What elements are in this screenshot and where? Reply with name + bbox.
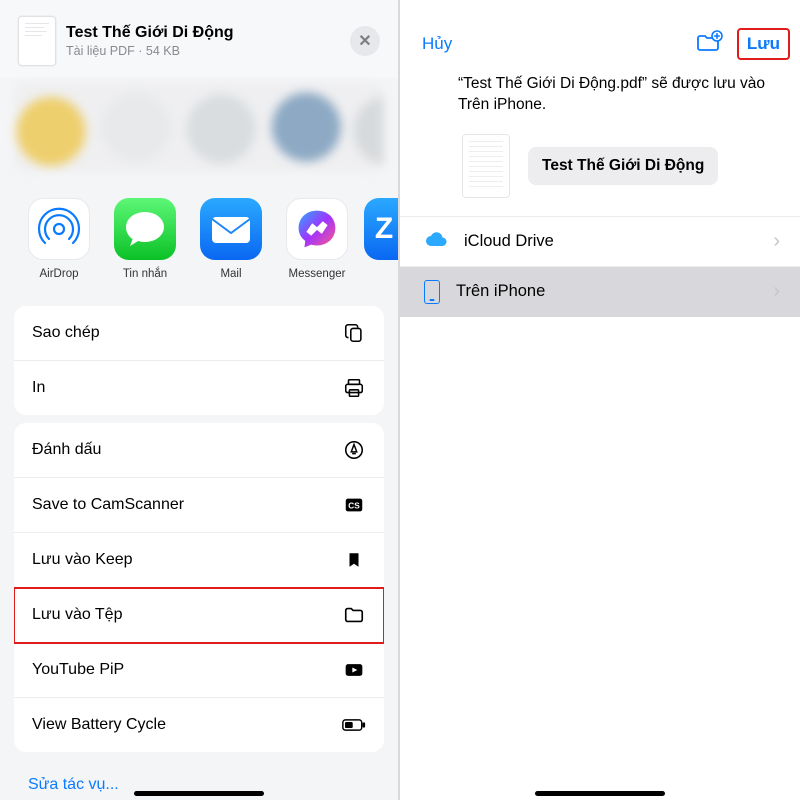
app-label: Mail — [220, 268, 241, 280]
battery-icon — [342, 713, 366, 737]
messages-icon — [114, 198, 176, 260]
location-on-iphone[interactable]: Trên iPhone › — [400, 266, 800, 317]
files-header-right: Lưu — [695, 28, 790, 60]
app-label: Tin nhắn — [123, 268, 167, 280]
app-airdrop[interactable]: AirDrop — [20, 198, 98, 280]
action-label: Lưu vào Keep — [32, 551, 133, 569]
action-copy[interactable]: Sao chép — [14, 306, 384, 361]
document-thumbnail — [18, 16, 56, 66]
app-messenger[interactable]: Messenger — [278, 198, 356, 280]
action-print[interactable]: In — [14, 361, 384, 415]
youtube-icon — [342, 658, 366, 682]
location-label: iCloud Drive — [464, 232, 554, 251]
action-label: In — [32, 379, 45, 397]
location-icloud-drive[interactable]: iCloud Drive › — [400, 216, 800, 266]
action-label: Đánh dấu — [32, 441, 101, 459]
share-apps-row: AirDrop Tin nhắn Mail Messenger Z — [0, 172, 398, 298]
chevron-right-icon: › — [773, 230, 780, 253]
files-save-panel: Hủy Lưu “Test Thế Giới Di Động.pdf” sẽ đ… — [400, 0, 800, 800]
home-indicator[interactable] — [134, 791, 264, 796]
markup-icon — [342, 438, 366, 462]
save-destination-info: “Test Thế Giới Di Động.pdf” sẽ được lưu … — [400, 68, 800, 122]
save-button[interactable]: Lưu — [737, 28, 790, 60]
files-header: Hủy Lưu — [400, 0, 800, 68]
share-header: Test Thế Giới Di Động Tài liệu PDF · 54 … — [0, 0, 398, 78]
iphone-icon — [424, 280, 440, 304]
document-title: Test Thế Giới Di Động — [66, 24, 340, 42]
file-name-field[interactable]: Test Thế Giới Di Động — [528, 147, 718, 185]
folder-icon — [342, 603, 366, 627]
action-youtube-pip[interactable]: YouTube PiP — [14, 643, 384, 698]
print-icon — [342, 376, 366, 400]
action-label: View Battery Cycle — [32, 716, 166, 734]
bookmark-icon — [342, 548, 366, 572]
document-subtitle: Tài liệu PDF · 54 KB — [66, 44, 340, 58]
app-label: AirDrop — [40, 268, 79, 280]
action-label: YouTube PiP — [32, 661, 124, 679]
action-camscanner[interactable]: Save to CamScanner CS — [14, 478, 384, 533]
share-sheet: Test Thế Giới Di Động Tài liệu PDF · 54 … — [0, 0, 400, 800]
file-thumbnail — [462, 134, 510, 198]
close-button[interactable]: ✕ — [350, 26, 380, 56]
home-indicator[interactable] — [535, 791, 665, 796]
app-messages[interactable]: Tin nhắn — [106, 198, 184, 280]
messenger-icon — [286, 198, 348, 260]
action-markup[interactable]: Đánh dấu — [14, 423, 384, 478]
app-partial-icon: Z — [364, 198, 398, 260]
app-partial[interactable]: Z — [364, 198, 398, 268]
action-label: Lưu vào Tệp — [32, 606, 122, 624]
location-label: Trên iPhone — [456, 282, 545, 301]
cancel-button[interactable]: Hủy — [422, 34, 452, 54]
close-icon: ✕ — [358, 31, 371, 51]
action-group-2: Đánh dấu Save to CamScanner CS Lưu vào K… — [14, 423, 384, 752]
mail-icon — [200, 198, 262, 260]
action-label: Sao chép — [32, 324, 100, 342]
new-folder-icon — [695, 30, 723, 54]
chevron-right-icon: › — [773, 280, 780, 303]
document-meta: Test Thế Giới Di Động Tài liệu PDF · 54 … — [66, 24, 340, 58]
action-keep[interactable]: Lưu vào Keep — [14, 533, 384, 588]
action-label: Save to CamScanner — [32, 496, 184, 514]
action-save-to-files[interactable]: Lưu vào Tệp — [14, 588, 384, 643]
cloud-icon — [424, 230, 448, 253]
action-group-1: Sao chép In — [14, 306, 384, 415]
svg-text:CS: CS — [348, 502, 360, 511]
camscanner-icon: CS — [342, 493, 366, 517]
file-card: Test Thế Giới Di Động — [400, 122, 800, 216]
app-label: Messenger — [289, 268, 346, 280]
preview-thumbnails[interactable] — [14, 82, 384, 172]
new-folder-button[interactable] — [695, 30, 723, 59]
airdrop-icon — [28, 198, 90, 260]
action-battery-cycle[interactable]: View Battery Cycle — [14, 698, 384, 752]
copy-icon — [342, 321, 366, 345]
app-mail[interactable]: Mail — [192, 198, 270, 280]
